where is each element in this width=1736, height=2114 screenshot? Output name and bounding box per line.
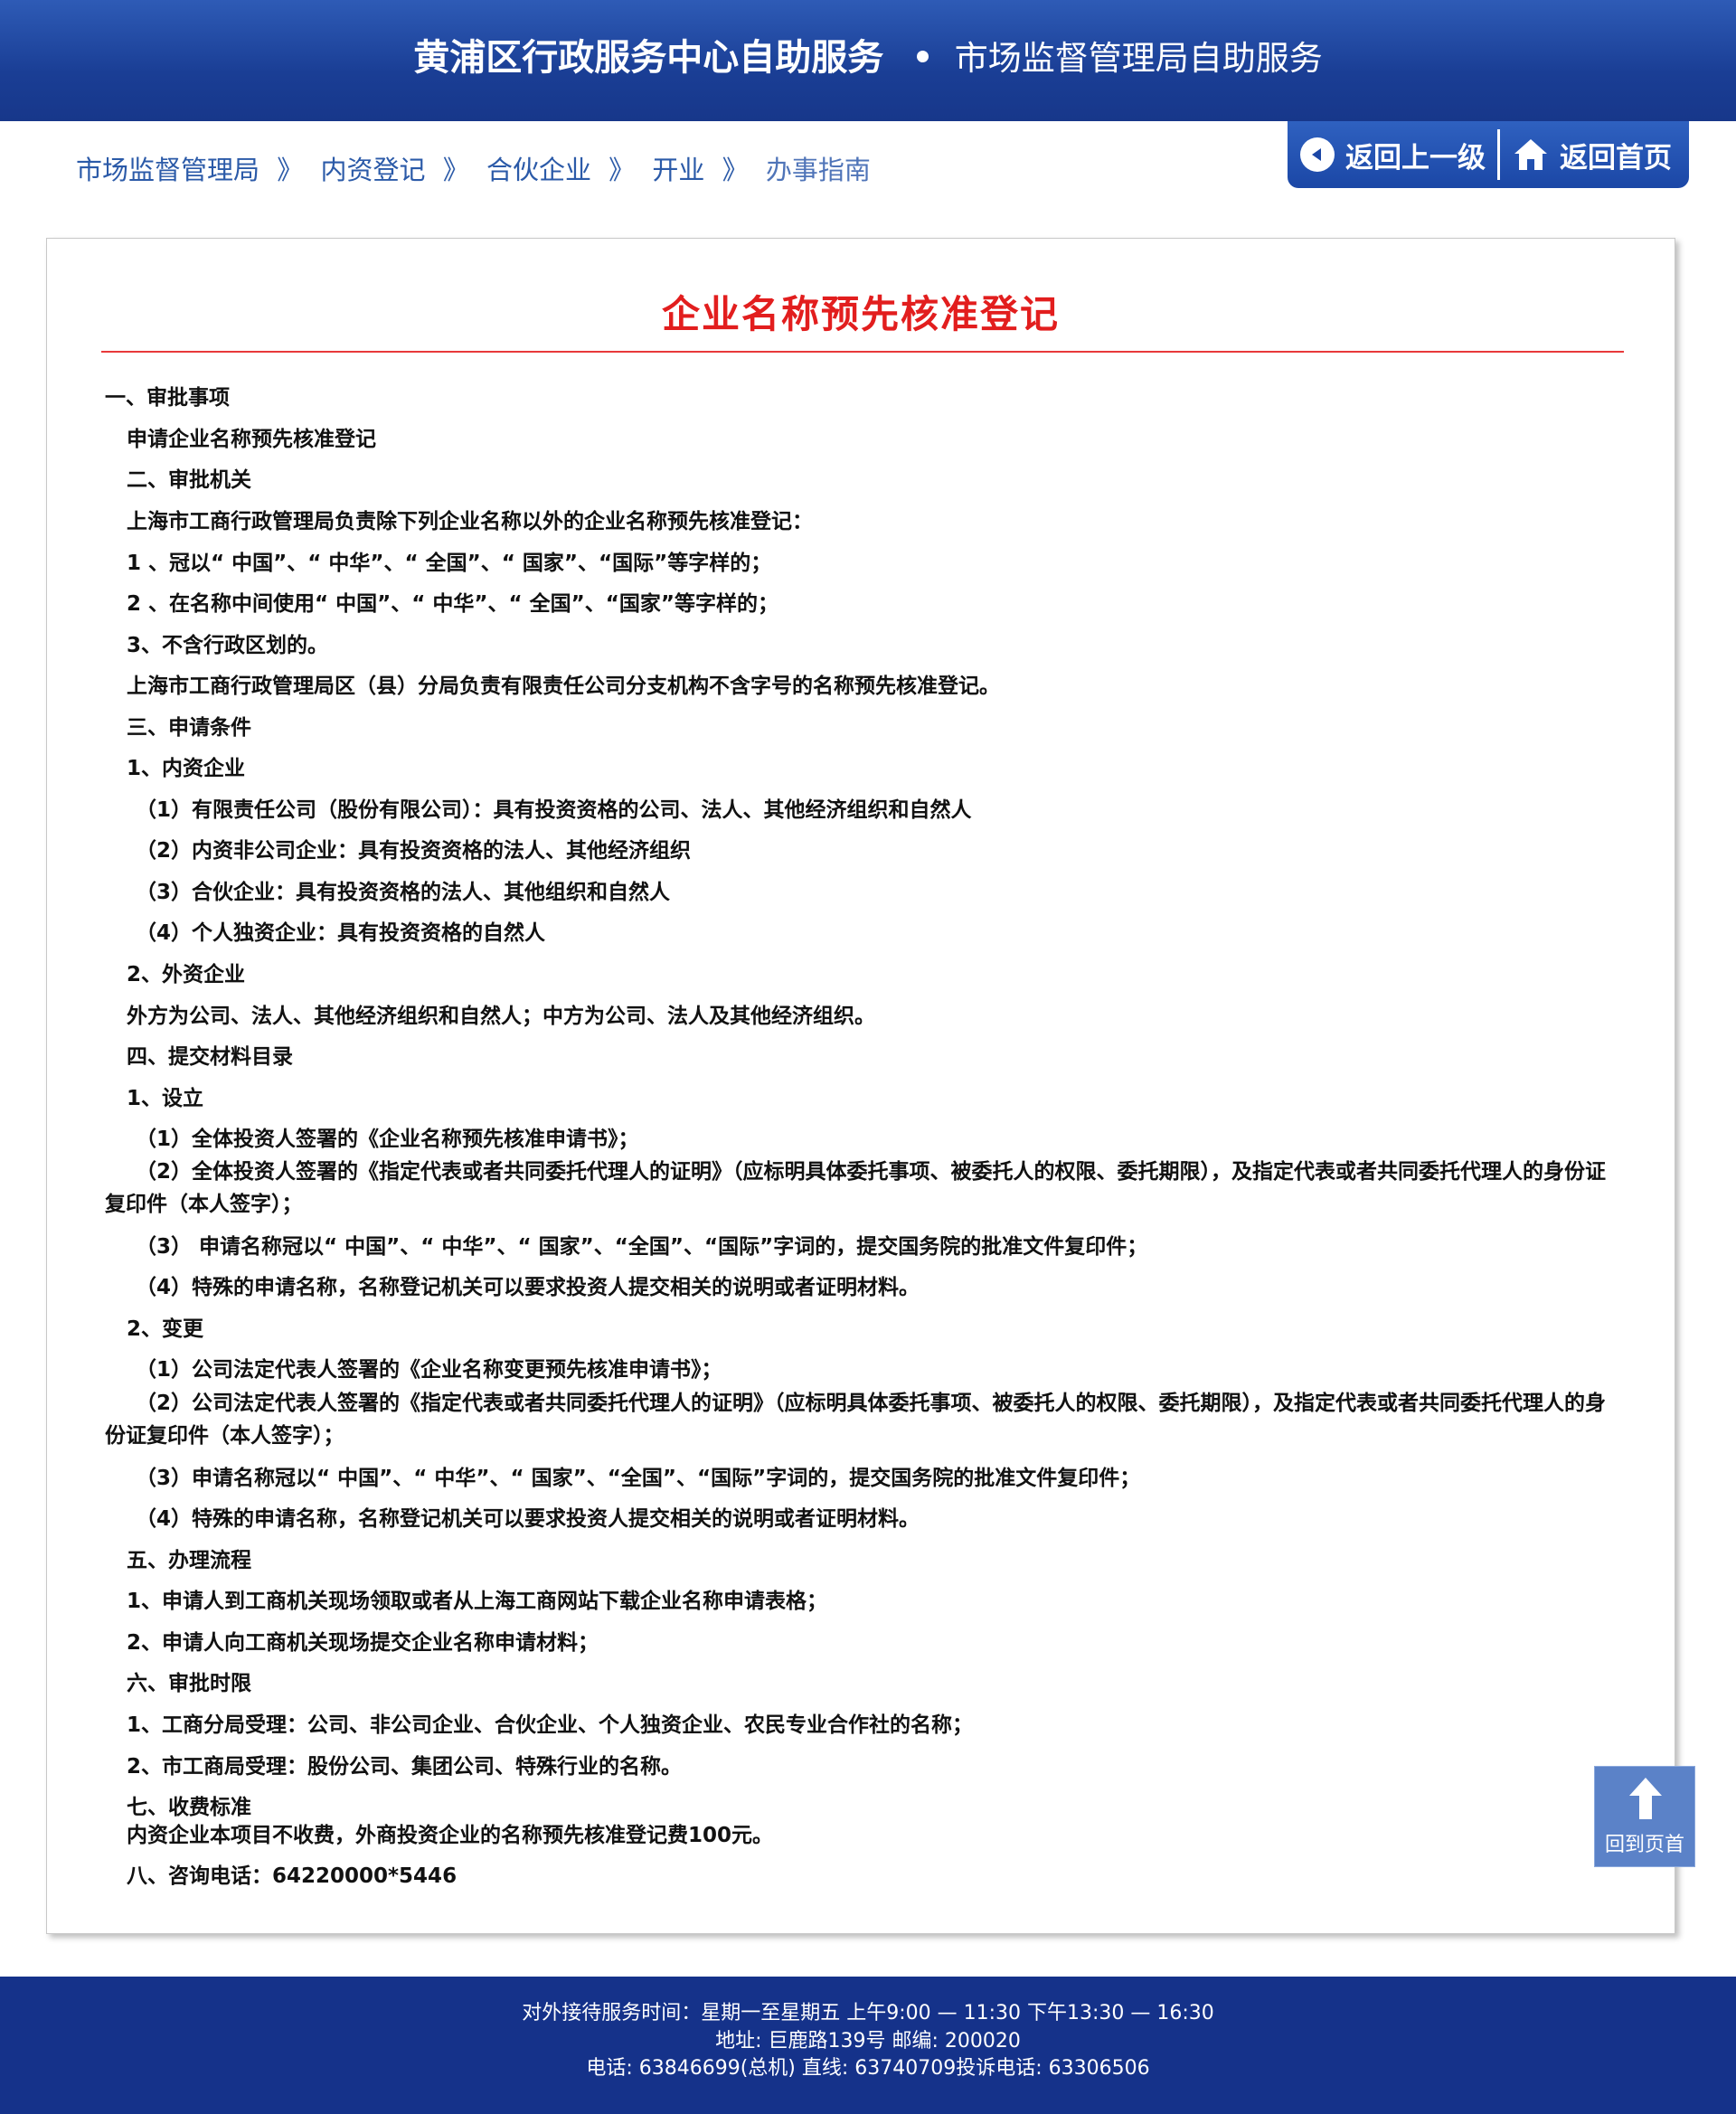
- section-heading: 六、审批时限: [127, 1672, 251, 1695]
- header-title: 黄浦区行政服务中心自助服务: [413, 37, 884, 79]
- text-line: （2）全体投资人签署的《指定代表或者共同委托代理人的证明》（应标明具体委托事项、…: [105, 1160, 1607, 1216]
- up-arrow-icon: [1628, 1776, 1664, 1825]
- guide-content-panel: 企业名称预先核准登记 一、审批事项 申请企业名称预先核准登记 二、审批机关 上海…: [46, 238, 1675, 1934]
- back-button-label: 返回上一级: [1345, 141, 1486, 175]
- text-line: 上海市工商行政管理局负责除下列企业名称以外的企业名称预先核准登记：: [127, 510, 813, 533]
- text-line: （4）个人独资企业：具有投资资格的自然人: [136, 921, 546, 945]
- subsection-heading: 2、变更: [127, 1317, 204, 1341]
- section-heading: 一、审批事项: [105, 386, 230, 410]
- text-line: （3） 申请名称冠以“ 中国”、“ 中华”、“ 国家”、“全国”、“国际”字词的…: [136, 1235, 1148, 1259]
- section-heading: 七、收费标准: [127, 1796, 251, 1819]
- text-line: （2）内资非公司企业：具有投资资格的法人、其他经济组织: [136, 839, 692, 863]
- subsection-heading: 1、设立: [127, 1087, 204, 1110]
- home-button-label: 返回首页: [1560, 141, 1672, 175]
- text-line: 2 、在名称中间使用“ 中国”、“ 中华”、“ 全国”、“国家”等字样的；: [127, 592, 778, 616]
- header-subtitle: 市场监督管理局自助服务: [954, 39, 1323, 78]
- contact-phone-line: 八、咨询电话：64220000*5446: [127, 1864, 458, 1888]
- text-line: 1、工商分局受理：公司、非公司企业、合伙企业、个人独资企业、农民专业合作社的名称…: [127, 1713, 974, 1737]
- text-line: 外方为公司、法人、其他经济组织和自然人；中方为公司、法人及其他经济组织。: [127, 1005, 875, 1028]
- subsection-heading: 2、外资企业: [127, 963, 246, 986]
- text-line: 申请企业名称预先核准登记: [127, 428, 376, 451]
- breadcrumb-separator: 》: [722, 155, 749, 185]
- back-button[interactable]: 返回上一级: [1288, 121, 1497, 188]
- text-line: （4）特殊的申请名称，名称登记机关可以要求投资人提交相关的说明或者证明材料。: [136, 1276, 920, 1299]
- breadcrumb-separator: 》: [277, 155, 304, 185]
- breadcrumb-separator: 》: [609, 155, 636, 185]
- document-title: 企业名称预先核准登记: [661, 292, 1060, 336]
- text-line: （1）有限责任公司（股份有限公司）：具有投资资格的公司、法人、其他经济组织和自然…: [136, 798, 972, 822]
- text-line: （1）全体投资人签署的《企业名称预先核准申请书》；: [136, 1128, 639, 1151]
- breadcrumb-separator: 》: [442, 155, 469, 185]
- breadcrumb-item-opening[interactable]: 开业: [652, 155, 704, 185]
- back-arrow-icon: [1300, 137, 1335, 172]
- title-divider: [101, 351, 1624, 353]
- text-line: 内资企业本项目不收费，外商投资企业的名称预先核准登记费100元。: [127, 1824, 774, 1847]
- back-to-top-label: 回到页首: [1604, 1834, 1684, 1856]
- footer-service-hours: 对外接待服务时间：星期一至星期五 上午9:00 — 11:30 下午13:30 …: [522, 2002, 1214, 2024]
- section-heading: 五、办理流程: [127, 1549, 251, 1572]
- text-line: 1 、冠以“ 中国”、“ 中华”、“ 全国”、“ 国家”、“国际”等字样的；: [127, 552, 772, 575]
- breadcrumb: 市场监督管理局 》 内资登记 》 合伙企业 》 开业 》 办事指南: [76, 152, 871, 188]
- footer-address: 地址: 巨鹿路139号 邮编: 200020: [715, 2030, 1021, 2053]
- home-icon: [1513, 137, 1549, 172]
- page-header: 黄浦区行政服务中心自助服务 市场监督管理局自助服务: [0, 0, 1736, 121]
- page-footer: 对外接待服务时间：星期一至星期五 上午9:00 — 11:30 下午13:30 …: [0, 1977, 1736, 2114]
- breadcrumb-item-market-supervision[interactable]: 市场监督管理局: [76, 155, 259, 185]
- text-line: （3）合伙企业：具有投资资格的法人、其他组织和自然人: [136, 881, 671, 904]
- text-line: （1）公司法定代表人签署的《企业名称变更预先核准申请书》；: [136, 1358, 722, 1382]
- header-title-row: 黄浦区行政服务中心自助服务 市场监督管理局自助服务: [0, 33, 1736, 84]
- section-heading: 二、审批机关: [127, 468, 251, 492]
- breadcrumb-item-domestic-registration[interactable]: 内资登记: [320, 155, 425, 185]
- footer-phones: 电话: 63846699(总机) 直线: 63740709投诉电话: 63306…: [586, 2057, 1150, 2080]
- text-line: （2）公司法定代表人签署的《指定代表或者共同委托代理人的证明》（应标明具体委托事…: [105, 1392, 1607, 1448]
- text-line: 2、申请人向工商机关现场提交企业名称申请材料；: [127, 1631, 599, 1655]
- subsection-heading: 1、内资企业: [127, 757, 246, 780]
- nav-button-group: 返回上一级 返回首页: [1288, 121, 1689, 188]
- home-button[interactable]: 返回首页: [1500, 121, 1672, 188]
- section-heading: 三、申请条件: [127, 716, 251, 740]
- text-line: （4）特殊的申请名称，名称登记机关可以要求投资人提交相关的说明或者证明材料。: [136, 1507, 920, 1531]
- text-line: 1、申请人到工商机关现场领取或者从上海工商网站下载企业名称申请表格；: [127, 1590, 828, 1613]
- breadcrumb-item-partnership[interactable]: 合伙企业: [486, 155, 591, 185]
- text-line: 2、市工商局受理：股份公司、集团公司、特殊行业的名称。: [127, 1755, 683, 1779]
- text-line: 上海市工商行政管理局区（县）分局负责有限责任公司分支机构不含字号的名称预先核准登…: [127, 675, 1000, 698]
- section-heading: 四、提交材料目录: [127, 1045, 293, 1069]
- breadcrumb-item-guide: 办事指南: [765, 155, 871, 185]
- header-bullet-dot: [917, 50, 929, 62]
- text-line: （3）申请名称冠以“ 中国”、“ 中华”、“ 国家”、“全国”、“国际”字词的，…: [136, 1467, 1141, 1490]
- text-line: 3、不含行政区划的。: [127, 634, 329, 657]
- back-to-top-button[interactable]: 回到页首: [1594, 1766, 1695, 1867]
